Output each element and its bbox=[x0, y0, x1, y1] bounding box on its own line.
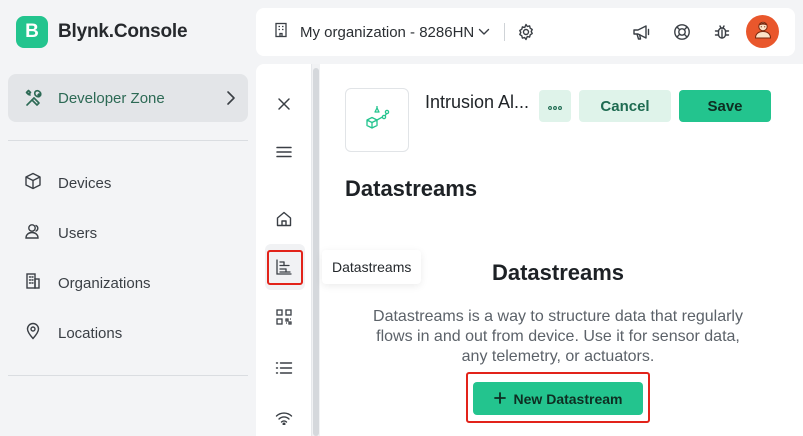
organization-name: My organization - 8286HN bbox=[300, 23, 475, 41]
users-icon bbox=[24, 222, 42, 245]
location-pin-icon bbox=[24, 322, 42, 345]
building-icon bbox=[24, 272, 42, 295]
avatar-icon bbox=[752, 18, 774, 45]
building-icon bbox=[274, 22, 288, 43]
new-datastream-button[interactable]: New Datastream bbox=[473, 382, 643, 415]
close-icon[interactable] bbox=[272, 92, 296, 116]
brand[interactable]: B Blynk.Console bbox=[16, 16, 188, 48]
template-image[interactable] bbox=[345, 88, 409, 152]
sidebar-divider bbox=[8, 375, 248, 376]
cancel-button[interactable]: Cancel bbox=[579, 90, 671, 122]
organization-selector[interactable]: My organization - 8286HN bbox=[274, 22, 490, 43]
menu-icon[interactable] bbox=[272, 140, 296, 164]
tools-icon bbox=[24, 88, 44, 108]
sidebar-divider bbox=[8, 140, 248, 141]
chevron-right-icon bbox=[224, 90, 236, 106]
sidebar-item-locations[interactable]: Locations bbox=[8, 313, 248, 353]
sidebar-item-users[interactable]: Users bbox=[8, 213, 248, 253]
sidebar-item-label: Organizations bbox=[58, 274, 151, 292]
header-separator bbox=[504, 23, 506, 41]
empty-state-title: Datastreams bbox=[491, 260, 625, 285]
wifi-icon[interactable] bbox=[272, 406, 296, 430]
user-avatar[interactable] bbox=[746, 15, 779, 48]
qr-code-icon[interactable] bbox=[272, 305, 296, 329]
more-options-button[interactable] bbox=[539, 90, 571, 122]
empty-state-description: Datastreams is a way to structure data t… bbox=[373, 308, 743, 365]
datastreams-icon[interactable] bbox=[272, 255, 296, 279]
lifebuoy-icon[interactable] bbox=[670, 20, 694, 44]
brand-logo: B bbox=[16, 16, 48, 48]
sidebar-item-label: Devices bbox=[58, 174, 112, 192]
sidebar-item-organizations[interactable]: Organizations bbox=[8, 263, 248, 303]
scrollbar-thumb[interactable] bbox=[313, 68, 319, 436]
developer-zone-button[interactable]: Developer Zone bbox=[8, 74, 248, 122]
gear-icon[interactable] bbox=[514, 20, 538, 44]
sidebar-item-label: Locations bbox=[58, 324, 123, 342]
cube-icon bbox=[24, 172, 42, 195]
new-datastream-label: New Datastream bbox=[513, 390, 623, 407]
sidebar-item-label: Users bbox=[58, 224, 98, 242]
template-name[interactable]: Intrusion Al... bbox=[425, 92, 529, 113]
template-icon bbox=[362, 103, 392, 138]
plus-icon bbox=[493, 391, 506, 407]
list-icon[interactable] bbox=[272, 356, 296, 380]
top-header: My organization - 8286HN bbox=[256, 8, 795, 56]
brand-name: Blynk.Console bbox=[58, 21, 188, 42]
home-icon[interactable] bbox=[272, 207, 296, 231]
chevron-down-icon bbox=[478, 23, 490, 41]
save-button[interactable]: Save bbox=[679, 90, 771, 122]
sidebar-item-devices[interactable]: Devices bbox=[8, 163, 248, 203]
developer-zone-label: Developer Zone bbox=[58, 89, 165, 107]
page-title: Datastreams bbox=[345, 176, 478, 201]
template-nav-rail bbox=[256, 64, 312, 436]
more-dots-icon bbox=[548, 97, 562, 115]
megaphone-icon[interactable] bbox=[630, 20, 654, 44]
bug-icon[interactable] bbox=[710, 20, 734, 44]
